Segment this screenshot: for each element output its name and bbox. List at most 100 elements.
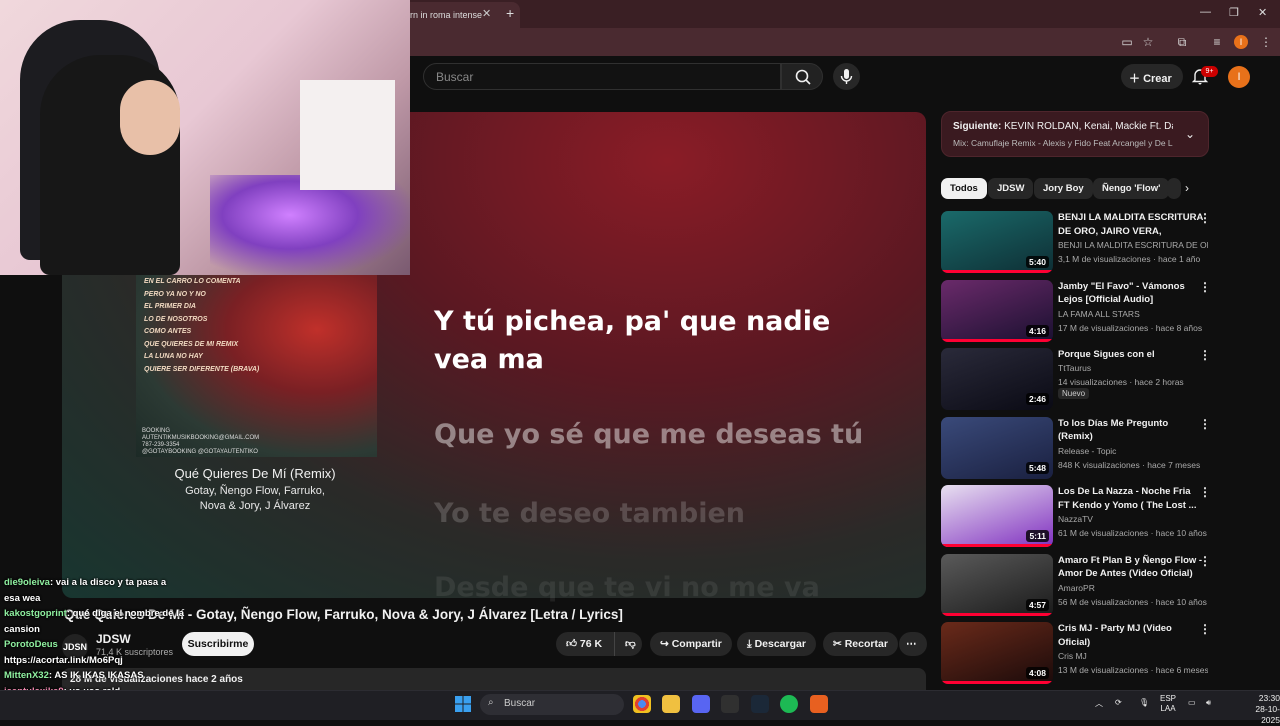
dislike-button[interactable]: 👎︎ (614, 632, 642, 656)
video-thumbnail[interactable]: 5:11 (941, 485, 1053, 547)
more-actions-button[interactable]: ⋯ (899, 632, 927, 656)
rec-channel[interactable]: Release - Topic (1058, 446, 1208, 456)
download-button[interactable]: ⤓ Descargar (737, 632, 816, 656)
chip-jory-boy[interactable]: Jory Boy (1034, 178, 1093, 199)
recommendation-item[interactable]: 2:46 Porque Sigues con el TtTaurus 14 vi… (941, 348, 1221, 410)
chat-message: esa wea (4, 593, 40, 604)
duration-badge: 5:40 (1025, 256, 1049, 268)
rec-channel[interactable]: AmaroPR (1058, 583, 1208, 593)
chat-username: kakostgoprint (4, 608, 67, 619)
tray-mic-icon[interactable]: 🎙︎ (1139, 698, 1149, 707)
more-vertical-icon[interactable]: ⋮ (1199, 348, 1211, 362)
chat-message: https://acortar.link/Mo6Pqj (4, 655, 123, 666)
like-button[interactable]: 👍︎ 76 K (556, 632, 614, 656)
chevron-down-icon[interactable]: ⌄ (1185, 127, 1195, 141)
tray-chevron-icon[interactable]: ︿ (1095, 698, 1103, 709)
browser-tab[interactable]: rn in roma intense (400, 2, 520, 28)
rec-title[interactable]: Cris MJ - Party MJ (Video Oficial) (1058, 622, 1203, 649)
rec-channel[interactable]: Cris MJ (1058, 651, 1208, 661)
account-avatar[interactable]: I (1228, 66, 1250, 88)
minimize-icon[interactable]: — (1200, 6, 1211, 18)
more-vertical-icon[interactable]: ⋮ (1199, 280, 1211, 294)
chat-message: kakostgoprint: qué diga el nombre de la (4, 608, 184, 619)
share-button[interactable]: ↪ Compartir (650, 632, 732, 656)
search-input[interactable]: Buscar (423, 63, 781, 90)
volume-icon[interactable]: 🔊︎ (1206, 698, 1211, 708)
recommendation-item[interactable]: 4:08 Cris MJ - Party MJ (Video Oficial) … (941, 622, 1221, 684)
watch-progress-bar (941, 270, 1053, 273)
rec-title[interactable]: BENJI LA MALDITA ESCRITURA DE ORO, JAIRO… (1058, 211, 1203, 238)
up-next-panel[interactable] (941, 111, 1209, 157)
video-thumbnail[interactable]: 4:57 (941, 553, 1053, 616)
recommendation-item[interactable]: 4:16 Jamby "El Favo" - Vámonos Lejos [Of… (941, 279, 1221, 342)
steam-icon[interactable] (751, 695, 769, 713)
more-vertical-icon[interactable]: ⋮ (1199, 622, 1211, 636)
rec-title[interactable]: Amaro Ft Plan B y Ñengo Flow - Amor De A… (1058, 554, 1203, 581)
restore-icon[interactable]: ❐ (1229, 6, 1239, 19)
rec-meta: 848 K visualizaciones · hace 7 meses (1058, 459, 1201, 470)
rec-channel-name: TtTaurus (1058, 363, 1092, 373)
album-title: Qué Quieres De Mí (Remix) (174, 466, 336, 481)
rec-channel[interactable]: TtTaurus (1058, 363, 1208, 373)
new-tab-icon[interactable]: + (506, 5, 514, 21)
file-explorer-icon[interactable] (662, 695, 680, 713)
search-button[interactable] (781, 63, 823, 90)
recommendation-item[interactable]: 5:48 To los Días Me Pregunto (Remix) Rel… (941, 416, 1221, 479)
rec-channel[interactable]: NazzaTV (1058, 514, 1208, 524)
clip-button[interactable]: ✂ Recortar (823, 632, 898, 656)
bookmark-star-icon[interactable]: ☆ (1140, 34, 1156, 50)
more-vertical-icon[interactable]: ⋮ (1199, 211, 1211, 225)
album-track: EN EL CARRO LO COMENTA (144, 278, 241, 285)
recommendation-item[interactable]: 5:40 BENJI LA MALDITA ESCRITURA DE ORO, … (941, 211, 1221, 273)
chat-username: MittenX32 (4, 670, 49, 681)
video-thumbnail[interactable]: 4:16 (941, 279, 1053, 342)
more-vertical-icon[interactable]: ⋮ (1199, 485, 1211, 499)
extensions-icon[interactable]: ⧉ (1174, 34, 1190, 50)
watch-progress-bar (941, 681, 1053, 684)
recommendation-item[interactable]: 4:57 Amaro Ft Plan B y Ñengo Flow - Amor… (941, 553, 1221, 616)
more-vertical-icon[interactable]: ⋮ (1199, 417, 1211, 431)
chip-jdsw[interactable]: JDSW (988, 178, 1034, 199)
create-button[interactable]: ＋ Crear (1121, 64, 1183, 89)
video-thumbnail[interactable]: 2:46 (941, 348, 1053, 410)
plus-icon: ＋ (1129, 73, 1144, 85)
close-tab-icon[interactable]: ✕ (482, 7, 491, 20)
discord-icon[interactable] (692, 695, 710, 713)
video-thumbnail[interactable]: 4:08 (941, 622, 1053, 684)
video-thumbnail[interactable]: 5:40 (941, 211, 1053, 273)
system-clock[interactable]: 23:30 28-10-2025 (1238, 693, 1280, 726)
tray-sync-icon[interactable]: ⟳ (1115, 698, 1122, 707)
rec-channel[interactable]: BENJI LA MALDITA ESCRITURA DE ORO (1058, 240, 1208, 250)
recommendation-item[interactable]: 5:11 Los De La Nazza - Noche Fria FT Ken… (941, 485, 1221, 547)
chip-todos[interactable]: Todos (941, 178, 987, 199)
chip-nengo-flow[interactable]: Ñengo 'Flow' (1093, 178, 1170, 199)
album-track: QUIERE SER DIFERENTE (BRAVA) (144, 365, 260, 373)
album-track: LO DE NOSOTROS (144, 315, 208, 323)
more-vertical-icon[interactable]: ⋮ (1199, 554, 1211, 568)
reading-list-icon[interactable]: ≡ (1209, 34, 1225, 50)
windows-start-icon[interactable] (455, 696, 471, 712)
chevron-right-icon[interactable]: › (1185, 181, 1189, 195)
video-thumbnail[interactable]: 5:48 (941, 416, 1053, 479)
language-indicator[interactable]: ESP LAA (1160, 694, 1176, 714)
network-icon[interactable]: ▭ (1188, 698, 1196, 707)
rec-title[interactable]: To los Días Me Pregunto (Remix) (1058, 417, 1203, 444)
cast-icon[interactable]: ▭ (1119, 34, 1135, 50)
browser-profile-avatar[interactable]: I (1234, 35, 1248, 49)
rec-channel[interactable]: LA FAMA ALL STARS (1058, 309, 1208, 319)
rec-title[interactable]: Los De La Nazza - Noche Fria FT Kendo y … (1058, 485, 1203, 512)
chrome-app-icon[interactable] (633, 695, 651, 713)
close-window-icon[interactable]: ✕ (1258, 6, 1267, 19)
obs-icon[interactable] (721, 695, 739, 713)
lang-code: ESP (1160, 694, 1177, 703)
spotify-icon[interactable] (780, 695, 798, 713)
subscribe-button[interactable]: Suscribirme (182, 632, 254, 656)
voice-search-button[interactable] (833, 63, 860, 90)
browser-menu-icon[interactable]: ⋮ (1258, 34, 1274, 50)
app-icon[interactable] (810, 695, 828, 713)
rec-channel-name: NazzaTV (1058, 514, 1093, 524)
rec-title[interactable]: Porque Sigues con el (1058, 348, 1203, 362)
taskbar-search[interactable]: ⌕ Buscar (480, 694, 624, 715)
rec-title[interactable]: Jamby "El Favo" - Vámonos Lejos [Officia… (1058, 280, 1203, 307)
channel-name[interactable]: JDSW (96, 632, 131, 646)
